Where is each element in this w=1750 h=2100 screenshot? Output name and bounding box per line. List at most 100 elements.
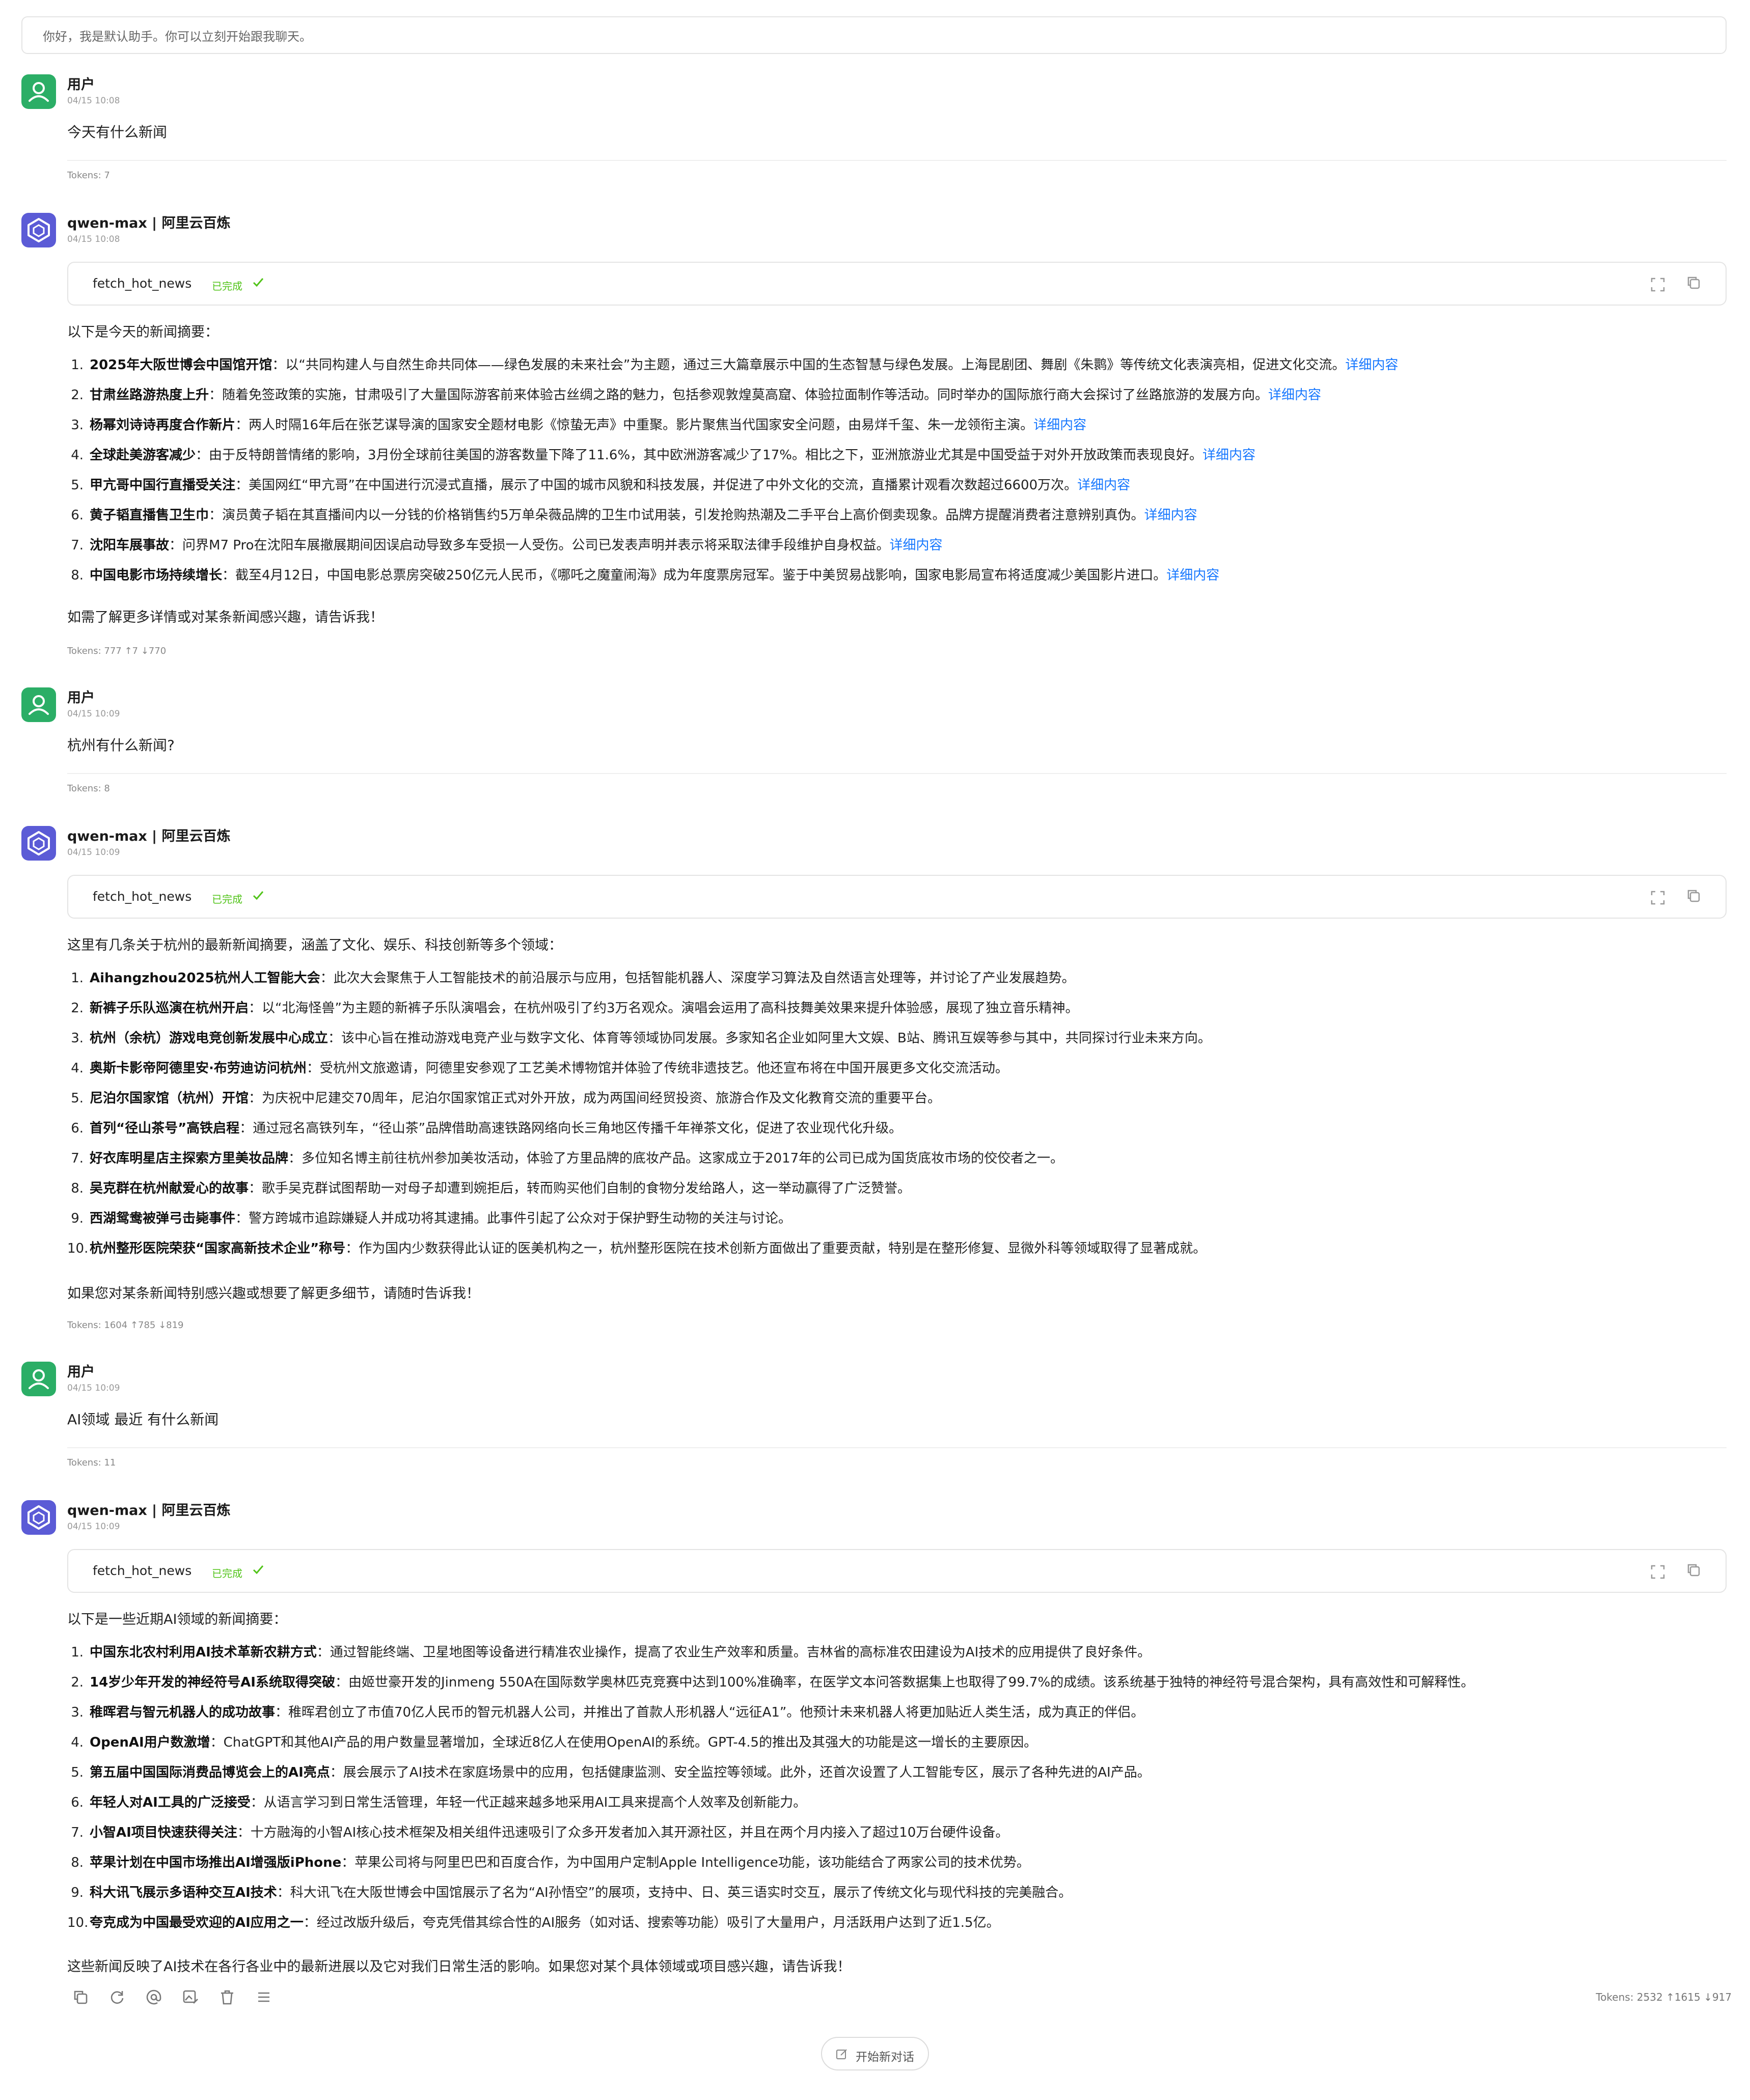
detail-link[interactable]: 详细内容 — [1268, 388, 1321, 403]
new-chat-button[interactable]: 开始新对话 — [821, 2037, 929, 2070]
tool-name: fetch_hot_news — [93, 276, 192, 291]
copy-icon[interactable] — [1686, 888, 1701, 903]
news-item: 6. 年轻人对AI工具的广泛接受：从语言学习到日常生活管理，年轻一代正越来越多地采… — [67, 1793, 1474, 1823]
fullscreen-icon[interactable] — [1650, 1564, 1665, 1580]
news-item-text: ：从语言学习到日常生活管理，年轻一代正越来越多地采用AI工具来提高个人效率及创新… — [250, 1795, 807, 1810]
new-chat-icon — [836, 2049, 847, 2059]
news-item: 8. 吴克群在杭州献爱心的故事：歌手吴克群试图帮助一对母子却遭到婉拒后，转而购买他… — [67, 1179, 1211, 1209]
menu-icon[interactable] — [255, 1988, 273, 2006]
news-item: 3. 杨幂刘诗诗再度合作新片：两人时隔16年后在张艺谋导演的国家安全题材电影《惊蛰… — [67, 416, 1398, 446]
detail-link[interactable]: 详细内容 — [1033, 418, 1086, 433]
at-icon[interactable] — [145, 1988, 163, 2006]
response-outro: 这些新闻反映了AI技术在各行各业中的最新进展以及它对我们日常生活的影响。如果您对… — [67, 1959, 851, 1975]
news-item-title: 尼泊尔国家馆（杭州）开馆 — [90, 1091, 249, 1106]
news-item: 1. Aihangzhou2025杭州人工智能大会：此次大会聚焦于人工智能技术的前… — [67, 969, 1211, 999]
news-item-title: 奥斯卡影帝阿德里安·布劳迪访问杭州 — [90, 1061, 307, 1076]
news-item-title: 黄子韬直播售卫生巾 — [90, 508, 209, 523]
news-item-title: 苹果计划在中国市场推出AI增强版iPhone — [90, 1855, 342, 1870]
image-edit-icon[interactable] — [181, 1988, 200, 2006]
news-item-number: 3. — [71, 1031, 84, 1046]
news-item: 10. 夸克成为中国最受欢迎的AI应用之一：经过改版升级后，夸克凭借其综合性的AI… — [67, 1913, 1474, 1943]
news-item: 7. 小智AI项目快速获得关注：十方融海的小智AI核心技术框架及相关组件迅速吸引了… — [67, 1823, 1474, 1853]
news-item-number: 4. — [71, 448, 84, 463]
news-item: 7. 沈阳车展事故：问界M7 Pro在沈阳车展撤展期间因误启动导致多车受损一人受伤… — [67, 536, 1398, 566]
fullscreen-icon[interactable] — [1650, 890, 1665, 905]
news-item-number: 7. — [71, 538, 84, 553]
news-item-number: 2. — [71, 388, 84, 403]
copy-icon[interactable] — [1686, 1562, 1701, 1578]
news-item-text: ：苹果公司将与阿里巴巴和百度合作，为中国用户定制Apple Intelligen… — [341, 1855, 1030, 1870]
news-item-title: 稚晖君与智元机器人的成功故事 — [90, 1705, 276, 1720]
news-item: 5. 尼泊尔国家馆（杭州）开馆：为庆祝中尼建交70周年，尼泊尔国家馆正式对外开放，… — [67, 1089, 1211, 1119]
news-item-number: 5. — [71, 1091, 84, 1106]
message-time: 04/15 10:08 — [67, 96, 120, 106]
news-item-text: ：美国网红“甲亢哥”在中国进行沉浸式直播，展示了中国的城市风貌和科技发展，并促进… — [235, 478, 1078, 493]
news-item-text: ：ChatGPT和其他AI产品的用户数量显著增加，全球近8亿人在使用OpenAI… — [210, 1735, 1037, 1750]
detail-link[interactable]: 详细内容 — [1345, 357, 1398, 373]
detail-link[interactable]: 详细内容 — [1077, 478, 1130, 493]
detail-link[interactable]: 详细内容 — [1166, 568, 1219, 583]
news-item-title: 年轻人对AI工具的广泛接受 — [90, 1795, 251, 1810]
news-item: 10. 杭州整形医院荣获“国家高新技术企业”称号：作为国内少数获得此认证的医美机构… — [67, 1239, 1211, 1269]
message-time: 04/15 10:08 — [67, 234, 120, 244]
news-item-title: 杭州整形医院荣获“国家高新技术企业”称号 — [90, 1241, 346, 1256]
news-item: 4. OpenAI用户数激增：ChatGPT和其他AI产品的用户数量显著增加，全球… — [67, 1733, 1474, 1763]
news-item-number: 7. — [71, 1825, 84, 1840]
detail-link[interactable]: 详细内容 — [1144, 508, 1197, 523]
token-count: Tokens: 1604 ↑785 ↓819 — [67, 1320, 184, 1331]
news-item: 5. 第五届中国国际消费品博览会上的AI亮点：展会展示了AI技术在家庭场景中的应用… — [67, 1763, 1474, 1793]
copy-icon[interactable] — [71, 1988, 90, 2006]
news-item-text: ：为庆祝中尼建交70周年，尼泊尔国家馆正式对外开放，成为两国间经贸投资、旅游合作… — [249, 1091, 941, 1106]
message-time: 04/15 10:09 — [67, 847, 120, 858]
user-message-text: AI领域 最近 有什么新闻 — [67, 1411, 219, 1428]
news-item-title: 第五届中国国际消费品博览会上的AI亮点 — [90, 1765, 330, 1780]
news-item-title: 甘肃丝路游热度上升 — [90, 388, 209, 403]
copy-icon[interactable] — [1686, 275, 1701, 290]
news-item: 1. 中国东北农村利用AI技术革新农耕方式：通过智能终端、卫星地图等设备进行精准农… — [67, 1643, 1474, 1673]
news-item-text: ：展会展示了AI技术在家庭场景中的应用，包括健康监测、安全监控等领域。此外，还首… — [330, 1765, 1151, 1780]
news-item-title: 中国电影市场持续增长 — [90, 568, 223, 583]
news-item: 3. 稚晖君与智元机器人的成功故事：稚晖君创立了市值70亿人民币的智元机器人公司，… — [67, 1703, 1474, 1733]
user-avatar-icon — [21, 687, 56, 722]
news-item: 8. 苹果计划在中国市场推出AI增强版iPhone：苹果公司将与阿里巴巴和百度合作… — [67, 1853, 1474, 1883]
news-item: 4. 全球赴美游客减少：由于反特朗普情绪的影响，3月份全球前往美国的游客数量下降了… — [67, 446, 1398, 476]
refresh-icon[interactable] — [108, 1988, 126, 2006]
detail-link[interactable]: 详细内容 — [1202, 448, 1255, 463]
user-avatar-icon — [21, 74, 56, 109]
news-item-title: 14岁少年开发的神经符号AI系统取得突破 — [90, 1675, 335, 1690]
news-item-number: 4. — [71, 1735, 84, 1750]
news-item-text: ：该中心旨在推动游戏电竞产业与数字文化、体育等领域协同发展。多家知名企业如阿里大… — [328, 1031, 1211, 1046]
fullscreen-icon[interactable] — [1650, 277, 1665, 292]
news-item-number: 1. — [71, 357, 84, 373]
news-item-title: 2025年大阪世博会中国馆开馆 — [90, 357, 272, 373]
detail-link[interactable]: 详细内容 — [890, 538, 943, 553]
token-count: Tokens: 7 — [67, 170, 110, 181]
trash-icon[interactable] — [218, 1988, 236, 2006]
news-item-title: 夸克成为中国最受欢迎的AI应用之一 — [90, 1915, 304, 1930]
assistant-avatar-icon — [21, 1500, 56, 1535]
news-item-text: ：通过智能终端、卫星地图等设备进行精准农业操作，提高了农业生产效率和质量。吉林省… — [316, 1645, 1151, 1660]
news-item-title: 科大讯飞展示多语种交互AI技术 — [90, 1885, 277, 1900]
news-item-text: ：随着免签政策的实施，甘肃吸引了大量国际游客前来体验古丝绸之路的魅力，包括参观敦… — [209, 388, 1269, 403]
sender-name: 用户 — [67, 690, 95, 706]
news-item-title: 好衣库明星店主探索方里美妆品牌 — [90, 1151, 289, 1166]
response-intro: 以下是今天的新闻摘要： — [67, 324, 218, 340]
tool-call-card[interactable]: fetch_hot_news 已完成 — [67, 1549, 1727, 1593]
news-item-title: Aihangzhou2025杭州人工智能大会 — [90, 971, 320, 986]
news-list: 1. 2025年大阪世博会中国馆开馆：以“共同构建人与自然生命共同体——绿色发展的… — [67, 355, 1398, 596]
tool-call-card[interactable]: fetch_hot_news 已完成 — [67, 262, 1727, 306]
tool-name: fetch_hot_news — [93, 889, 192, 904]
news-item-text: ：以“共同构建人与自然生命共同体——绿色发展的未来社会”为主题，通过三大篇章展示… — [272, 357, 1346, 373]
news-item-text: ：演员黄子韬在其直播间内以一分钱的价格销售约5万单朵薇品牌的卫生巾试用装，引发抢… — [209, 508, 1144, 523]
tool-call-card[interactable]: fetch_hot_news 已完成 — [67, 875, 1727, 919]
sender-name: qwen-max | 阿里云百炼 — [67, 215, 231, 231]
news-item-number: 1. — [71, 971, 84, 986]
news-item: 1. 2025年大阪世博会中国馆开馆：以“共同构建人与自然生命共同体——绿色发展的… — [67, 355, 1398, 385]
news-item-number: 2. — [71, 1001, 84, 1016]
news-item-title: 沈阳车展事故 — [90, 538, 170, 553]
news-item-text: ：十方融海的小智AI核心技术框架及相关组件迅速吸引了众多开发者加入其开源社区，并… — [237, 1825, 1009, 1840]
news-item-number: 7. — [71, 1151, 84, 1166]
divider — [67, 160, 1727, 161]
news-item-number: 6. — [71, 1795, 84, 1810]
news-item-title: 西湖鸳鸯被弹弓击毙事件 — [90, 1211, 236, 1226]
